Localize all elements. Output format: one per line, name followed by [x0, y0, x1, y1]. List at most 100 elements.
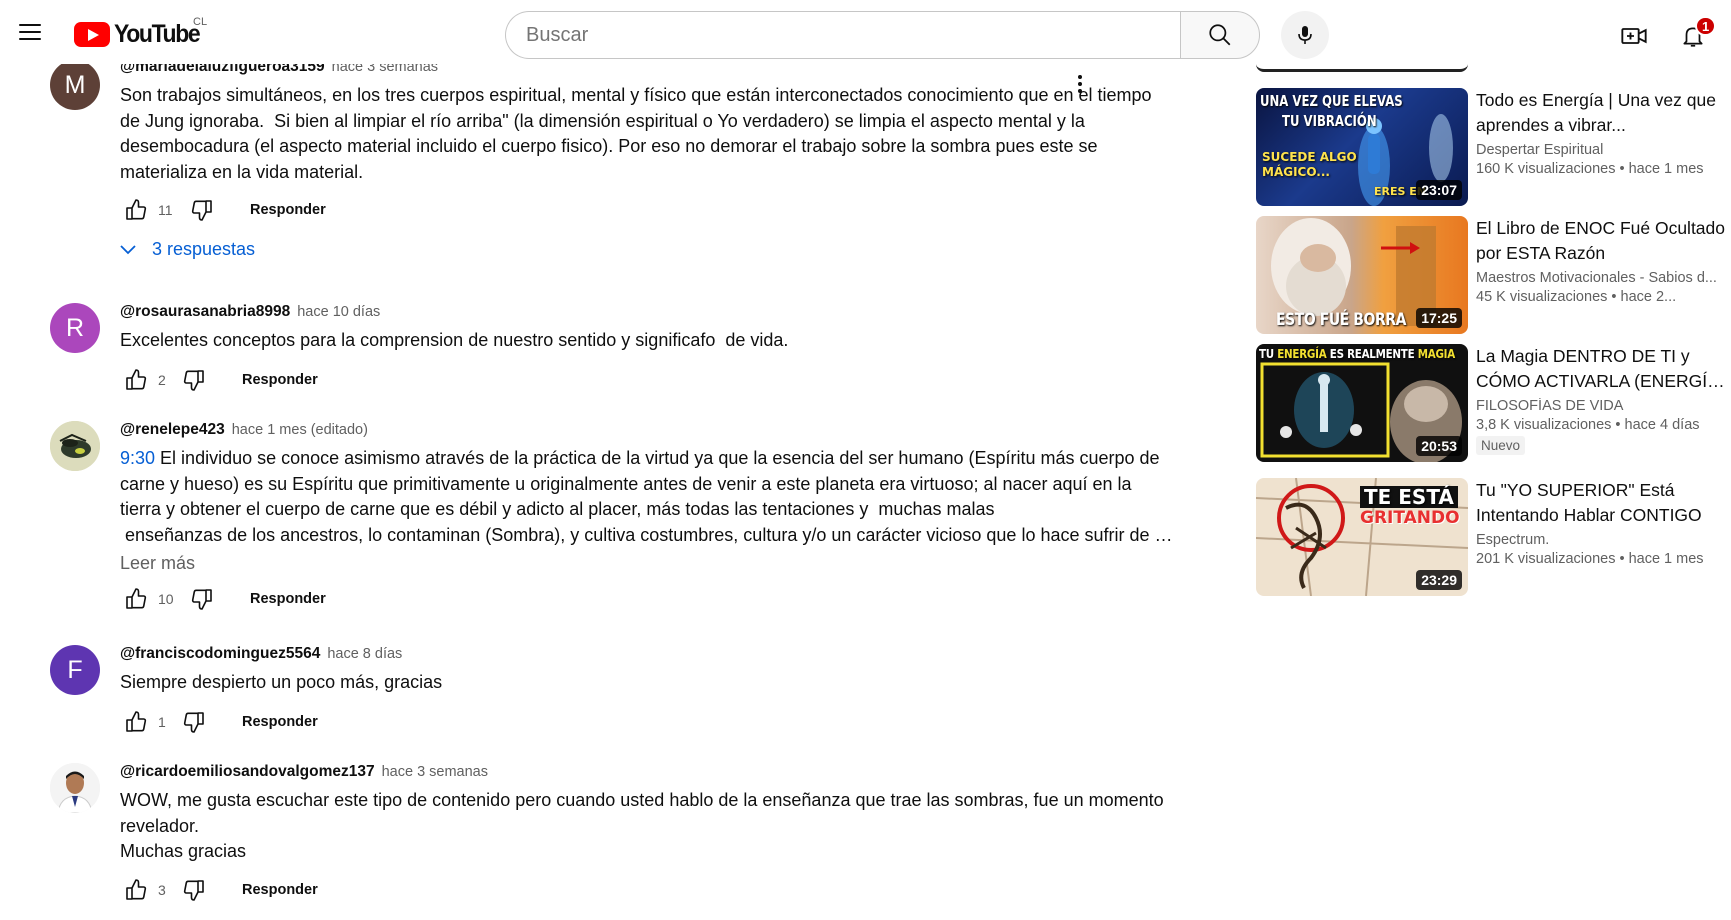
comment-menu-button[interactable]: [1060, 64, 1100, 104]
comments-section: M @mariadelaluzfigueroa3159 hace 3 seman…: [0, 0, 1230, 920]
video-title[interactable]: El Libro de ENOC Fué Ocultado por ESTA R…: [1476, 216, 1726, 266]
video-meta: 3,8 K visualizaciones • hace 4 días: [1476, 417, 1700, 433]
dislike-button[interactable]: [186, 583, 218, 615]
thumbs-up-icon: [126, 199, 147, 220]
video-thumbnail[interactable]: ESTO FUÉ BORRA 17:25: [1256, 216, 1468, 334]
thumbs-up-icon: [126, 710, 147, 732]
dislike-button[interactable]: [186, 194, 218, 226]
reply-button[interactable]: Responder: [234, 366, 326, 394]
avatar[interactable]: [50, 763, 100, 813]
thumbnail-text-part: ES REALMENTE: [1329, 347, 1415, 361]
avatar[interactable]: [50, 421, 100, 471]
avatar[interactable]: R: [50, 303, 100, 353]
hamburger-icon: [19, 24, 41, 26]
microphone-icon: [1298, 26, 1312, 44]
channel-name[interactable]: FILOSOFÍAS DE VIDA: [1476, 398, 1726, 414]
comment-actions: 11 Responder: [120, 194, 1175, 226]
search-icon: [1209, 24, 1231, 46]
video-title[interactable]: Tu "YO SUPERIOR" Está Intentando Hablar …: [1476, 478, 1726, 528]
comment-body: @ricardoemiliosandovalgomez137 hace 3 se…: [120, 763, 1175, 906]
masthead: YouTube CL 1: [0, 0, 1731, 64]
comment-author[interactable]: @rosaurasanabria8998: [120, 303, 290, 321]
recommended-video[interactable]: ESTO FUÉ BORRA 17:25 El Libro de ENOC Fu…: [1256, 216, 1726, 334]
like-button[interactable]: [120, 583, 152, 615]
voice-search-button[interactable]: [1281, 11, 1329, 59]
avatar-image: [50, 421, 100, 471]
like-button[interactable]: [120, 706, 152, 738]
comment-time[interactable]: hace 10 días: [297, 304, 380, 320]
timestamp-link[interactable]: 9:30: [120, 448, 155, 468]
comment-author[interactable]: @ricardoemiliosandovalgomez137: [120, 763, 375, 781]
avatar-image: [50, 763, 100, 813]
video-info: Todo es Energía | Una vez que aprendes a…: [1476, 88, 1726, 177]
thumbnail-text: SUCEDE ALGO MÁGICO...: [1262, 150, 1357, 179]
comment-time[interactable]: hace 8 días: [327, 646, 402, 662]
reply-button[interactable]: Responder: [234, 876, 326, 904]
reply-button[interactable]: Responder: [242, 196, 334, 224]
view-replies-button[interactable]: 3 respuestas: [116, 237, 1175, 261]
channel-name[interactable]: Espectrum.: [1476, 532, 1726, 548]
thumbs-down-icon: [183, 711, 204, 733]
thumbnail-text: TU VIBRACIÓN: [1282, 112, 1377, 130]
comment-time[interactable]: hace 1 mes (editado): [232, 422, 368, 438]
video-thumbnail[interactable]: UNA VEZ QUE ELEVAS TU VIBRACIÓN SUCEDE A…: [1256, 88, 1468, 206]
recommended-video[interactable]: TU ENERGÍA ES REALMENTE MAGIA 20:53 La M…: [1256, 344, 1726, 462]
thumbs-down-icon: [183, 879, 204, 901]
thumbnail-text-part: ENERGÍA: [1277, 347, 1327, 361]
comment-body: @mariadelaluzfigueroa3159 hace 3 semanas…: [120, 58, 1175, 261]
reply-button[interactable]: Responder: [234, 708, 326, 736]
video-thumbnail[interactable]: TE ESTÁ GRITANDO 23:29: [1256, 478, 1468, 596]
comment-text: Siempre despierto un poco más, gracias: [120, 672, 443, 692]
recommended-video[interactable]: TE ESTÁ GRITANDO 23:29 Tu "YO SUPERIOR" …: [1256, 478, 1726, 596]
more-vert-icon: [1078, 75, 1082, 93]
video-thumbnail[interactable]: TU ENERGÍA ES REALMENTE MAGIA 20:53: [1256, 344, 1468, 462]
comment-author[interactable]: @franciscodominguez5564: [120, 645, 320, 663]
chevron-down-icon: [120, 245, 136, 255]
reply-button[interactable]: Responder: [242, 585, 334, 613]
read-more-button[interactable]: Leer más: [120, 553, 195, 574]
dislike-button[interactable]: [178, 874, 210, 906]
search-button[interactable]: [1180, 11, 1260, 59]
avatar[interactable]: F: [50, 645, 100, 695]
video-title[interactable]: La Magia DENTRO DE TI y CÓMO ACTIVARLA (…: [1476, 344, 1726, 394]
youtube-play-icon: [74, 21, 110, 47]
comment-body: @franciscodominguez5564 hace 8 días Siem…: [120, 645, 1175, 738]
avatar[interactable]: M: [50, 60, 100, 110]
video-duration: 20:53: [1416, 436, 1462, 456]
new-badge: Nuevo: [1476, 436, 1526, 455]
notification-badge: 1: [1695, 16, 1717, 36]
create-video-button[interactable]: [1614, 16, 1654, 56]
search-input[interactable]: [526, 23, 1180, 47]
search-box[interactable]: [505, 11, 1180, 59]
like-count: 1: [158, 713, 166, 730]
comment-text: Son trabajos simultáneos, en los tres cu…: [120, 85, 1157, 182]
thumbnail-text-part: MAGIA: [1417, 347, 1456, 361]
thumbnail-text: ESTO FUÉ BORRA: [1276, 310, 1406, 330]
dislike-button[interactable]: [178, 706, 210, 738]
comment-actions: 2 Responder: [120, 364, 1175, 396]
dislike-button[interactable]: [178, 364, 210, 396]
thumbnail-text: UNA VEZ QUE ELEVAS: [1260, 92, 1403, 110]
comment-time[interactable]: hace 3 semanas: [382, 764, 488, 780]
channel-name[interactable]: Despertar Espiritual: [1476, 142, 1726, 158]
thumbs-up-icon: [126, 878, 147, 900]
video-duration: 17:25: [1416, 308, 1462, 328]
youtube-logo[interactable]: YouTube: [74, 20, 207, 48]
recommended-video[interactable]: UNA VEZ QUE ELEVAS TU VIBRACIÓN SUCEDE A…: [1256, 88, 1726, 206]
comment-text: Excelentes conceptos para la comprension…: [120, 330, 789, 350]
comment-body: @renelepe423 hace 1 mes (editado) 9:30 E…: [120, 421, 1175, 615]
guide-menu-button[interactable]: [14, 16, 46, 48]
thumbs-up-icon: [126, 368, 147, 390]
like-button[interactable]: [120, 874, 152, 906]
comment-author[interactable]: @renelepe423: [120, 421, 225, 439]
channel-name[interactable]: Maestros Motivacionales - Sabios d...: [1476, 270, 1726, 286]
like-count: 11: [158, 202, 173, 218]
like-button[interactable]: [120, 364, 152, 396]
notifications-button[interactable]: 1: [1673, 16, 1717, 56]
video-duration: 23:29: [1416, 570, 1462, 590]
video-add-icon: [1621, 28, 1647, 44]
like-button[interactable]: [120, 194, 152, 226]
comment-body: @rosaurasanabria8998 hace 10 días Excele…: [120, 303, 1175, 396]
video-title[interactable]: Todo es Energía | Una vez que aprendes a…: [1476, 88, 1726, 138]
thumbs-down-icon: [183, 369, 204, 391]
